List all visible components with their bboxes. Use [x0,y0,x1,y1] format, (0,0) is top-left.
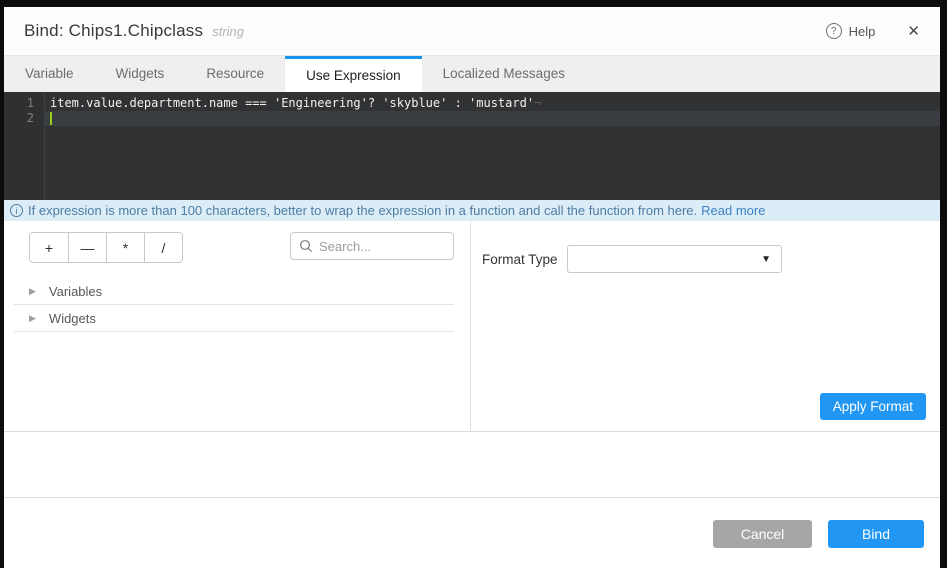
empty-region [4,432,940,497]
header-actions: ? Help ✕ [826,23,920,39]
tab-localized-messages[interactable]: Localized Messages [422,56,586,92]
chevron-right-icon[interactable]: ▶ [29,313,36,324]
divide-operator-button[interactable]: / [144,233,182,262]
format-panel: Format Type ▼ Apply Format [471,221,940,431]
expression-hint-bar: i If expression is more than 100 charact… [4,200,940,221]
search-icon [299,239,313,253]
tab-use-expression[interactable]: Use Expression [285,56,422,92]
read-more-link[interactable]: Read more [701,203,765,218]
bind-button[interactable]: Bind [828,520,924,548]
plus-operator-button[interactable]: + [30,233,68,262]
line-number: 1 [4,96,34,111]
main-area: + — * / ▶ Variables [4,221,940,432]
chevron-right-icon[interactable]: ▶ [29,286,36,297]
tree-item-label: Variables [49,284,102,299]
code-line-1: item.value.department.name === 'Engineer… [45,96,940,111]
sources-panel: + — * / ▶ Variables [4,221,471,431]
help-button[interactable]: ? Help [826,23,876,39]
code-line-2 [45,111,940,126]
text-cursor [50,112,52,125]
line-number: 2 [4,111,34,126]
close-icon[interactable]: ✕ [907,24,920,39]
hint-text: If expression is more than 100 character… [28,203,697,218]
tab-variable[interactable]: Variable [4,56,95,92]
tab-resource[interactable]: Resource [185,56,285,92]
chevron-down-icon: ▼ [761,254,771,265]
editor-code-area[interactable]: item.value.department.name === 'Engineer… [45,92,940,200]
bind-source-tree: ▶ Variables ▶ Widgets [4,278,470,332]
bind-dialog: Bind: Chips1.Chipclass string ? Help ✕ V… [0,0,947,568]
search-input[interactable] [319,239,445,254]
operator-button-group: + — * / [29,232,183,263]
help-icon: ? [826,23,842,39]
format-type-dropdown[interactable]: ▼ [567,245,782,273]
cancel-button[interactable]: Cancel [713,520,812,548]
help-label: Help [849,24,876,39]
sources-toolbar: + — * / [4,221,470,263]
tab-bar: Variable Widgets Resource Use Expression… [4,56,940,92]
property-type-badge: string [212,24,244,39]
dialog-header: Bind: Chips1.Chipclass string ? Help ✕ [4,7,940,56]
apply-format-button[interactable]: Apply Format [820,393,926,420]
eol-marker: ¬ [534,96,541,110]
tree-item-label: Widgets [49,311,96,326]
expression-editor[interactable]: 1 2 item.value.department.name === 'Engi… [4,92,940,200]
tree-item-variables[interactable]: ▶ Variables [14,278,454,305]
multiply-operator-button[interactable]: * [106,233,144,262]
page-title: Bind: Chips1.Chipclass [24,21,203,41]
format-type-label: Format Type [482,252,567,267]
expression-text: item.value.department.name === 'Engineer… [50,96,534,110]
tree-item-widgets[interactable]: ▶ Widgets [14,305,454,332]
format-type-row: Format Type ▼ [482,245,940,273]
search-field [290,232,454,260]
minus-operator-button[interactable]: — [68,233,106,262]
dialog-footer: Cancel Bind [4,497,940,568]
tab-widgets[interactable]: Widgets [95,56,186,92]
editor-line-numbers: 1 2 [4,92,45,200]
info-icon: i [10,204,23,217]
